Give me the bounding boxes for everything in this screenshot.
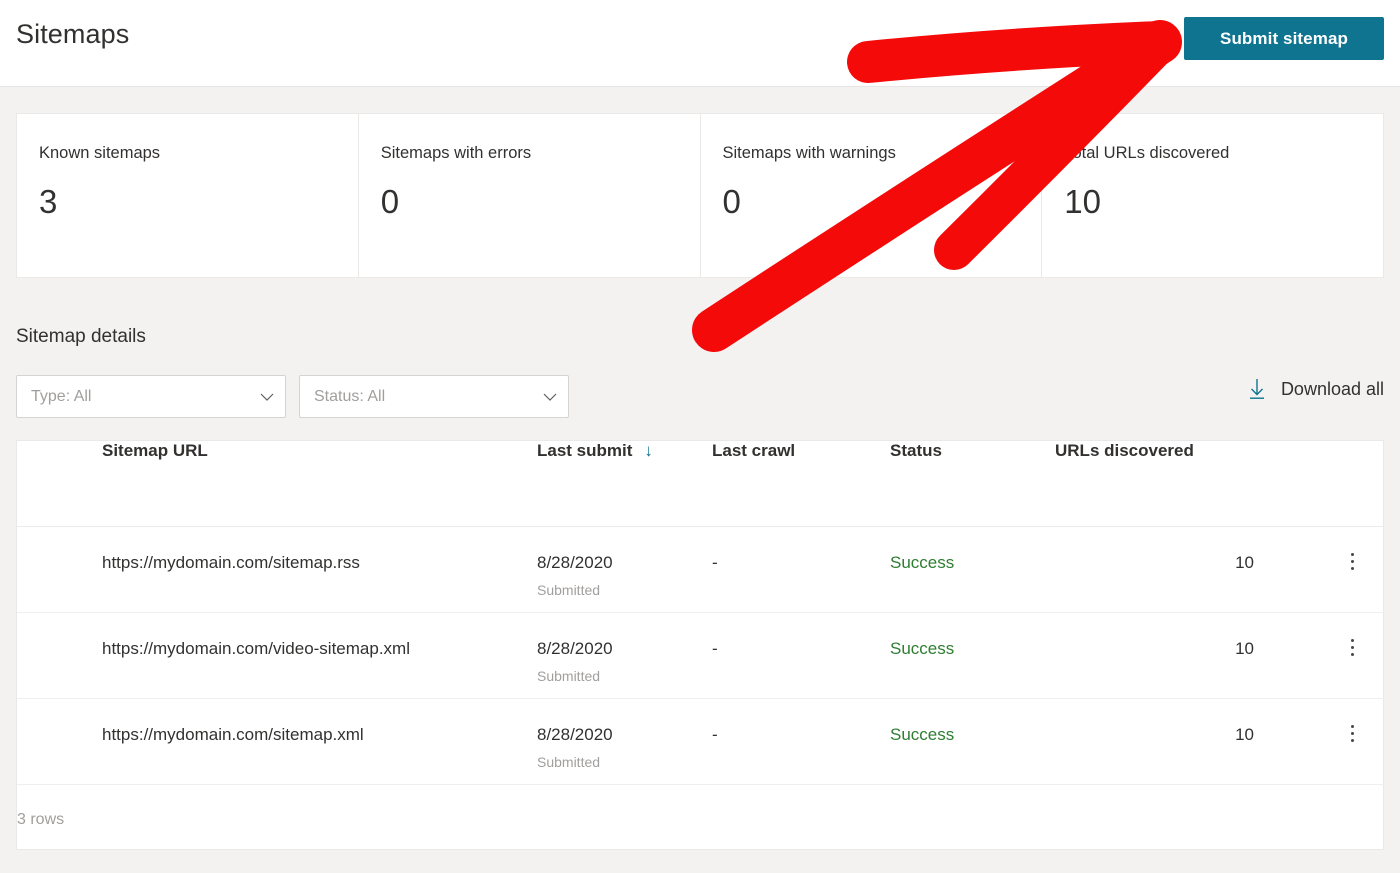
stat-card-value: 3 bbox=[39, 185, 358, 218]
cell-urls-discovered: 10 bbox=[1055, 612, 1320, 698]
status-badge: Success bbox=[890, 639, 954, 658]
table-body: https://mydomain.com/sitemap.rss 8/28/20… bbox=[17, 526, 1385, 784]
table-row[interactable]: https://mydomain.com/video-sitemap.xml 8… bbox=[17, 612, 1385, 698]
sitemaps-page: Sitemaps Submit sitemap Known sitemaps 3… bbox=[0, 0, 1400, 873]
cell-actions bbox=[1320, 698, 1385, 784]
filter-status-value: Status: All bbox=[314, 388, 542, 406]
cell-submit-state: Submitted bbox=[537, 668, 712, 684]
column-header-actions bbox=[1320, 441, 1385, 526]
cell-urls-discovered-value: 10 bbox=[1055, 639, 1320, 659]
cell-actions bbox=[1320, 526, 1385, 612]
download-all-label: Download all bbox=[1281, 379, 1384, 400]
cell-submit-state: Submitted bbox=[537, 582, 712, 598]
table-footer: 3 rows bbox=[17, 784, 1385, 854]
page-header: Sitemaps Submit sitemap bbox=[0, 0, 1400, 87]
row-count-label: 3 rows bbox=[17, 784, 1385, 854]
chevron-down-icon bbox=[259, 389, 275, 405]
cell-actions bbox=[1320, 612, 1385, 698]
stat-card-label: Sitemaps with errors bbox=[381, 144, 700, 163]
stat-card-label: Sitemaps with warnings bbox=[723, 144, 1042, 163]
stat-card-label: Total URLs discovered bbox=[1064, 144, 1383, 163]
cell-last-submit-date: 8/28/2020 bbox=[537, 725, 712, 745]
stat-card-value: 10 bbox=[1064, 185, 1383, 218]
column-header-last-submit-label: Last submit bbox=[537, 441, 632, 460]
cell-status: Success bbox=[890, 526, 1055, 612]
filter-type-dropdown[interactable]: Type: All bbox=[16, 375, 286, 418]
cell-last-submit-date: 8/28/2020 bbox=[537, 639, 712, 659]
cell-status: Success bbox=[890, 612, 1055, 698]
stat-card-value: 0 bbox=[723, 185, 1042, 218]
cell-last-crawl: - bbox=[712, 698, 890, 784]
column-header-last-crawl[interactable]: Last crawl bbox=[712, 441, 890, 526]
sitemap-details-heading: Sitemap details bbox=[16, 326, 146, 348]
column-header-status[interactable]: Status bbox=[890, 441, 1055, 526]
sitemaps-table-panel: Sitemap URL Last submit ↓ Last crawl Stat… bbox=[16, 440, 1384, 850]
cell-sitemap-url[interactable]: https://mydomain.com/video-sitemap.xml bbox=[17, 612, 537, 698]
status-badge: Success bbox=[890, 553, 954, 572]
cell-status: Success bbox=[890, 698, 1055, 784]
cell-last-submit: 8/28/2020 Submitted bbox=[537, 526, 712, 612]
chevron-down-icon bbox=[542, 389, 558, 405]
sitemaps-table: Sitemap URL Last submit ↓ Last crawl Stat… bbox=[17, 441, 1385, 854]
stat-card-value: 0 bbox=[381, 185, 700, 218]
cell-urls-discovered: 10 bbox=[1055, 526, 1320, 612]
table-row[interactable]: https://mydomain.com/sitemap.xml 8/28/20… bbox=[17, 698, 1385, 784]
status-badge: Success bbox=[890, 725, 954, 744]
column-header-urls-discovered[interactable]: URLs discovered bbox=[1055, 441, 1320, 526]
download-all-button[interactable]: Download all bbox=[1247, 378, 1384, 400]
column-header-sitemap-url[interactable]: Sitemap URL bbox=[17, 441, 537, 526]
cell-urls-discovered: 10 bbox=[1055, 698, 1320, 784]
cell-last-crawl: - bbox=[712, 612, 890, 698]
download-icon bbox=[1247, 378, 1267, 400]
table-row[interactable]: https://mydomain.com/sitemap.rss 8/28/20… bbox=[17, 526, 1385, 612]
cell-last-submit: 8/28/2020 Submitted bbox=[537, 612, 712, 698]
cell-urls-discovered-value: 10 bbox=[1055, 553, 1320, 573]
cell-sitemap-url[interactable]: https://mydomain.com/sitemap.rss bbox=[17, 526, 537, 612]
column-header-last-submit[interactable]: Last submit ↓ bbox=[537, 441, 712, 526]
page-title: Sitemaps bbox=[16, 19, 129, 50]
table-header: Sitemap URL Last submit ↓ Last crawl Stat… bbox=[17, 441, 1385, 526]
stat-card-label: Known sitemaps bbox=[39, 144, 358, 163]
stat-card-sitemaps-with-errors: Sitemaps with errors 0 bbox=[359, 114, 701, 277]
filter-type-value: Type: All bbox=[31, 388, 259, 406]
cell-last-crawl: - bbox=[712, 526, 890, 612]
cell-urls-discovered-value: 10 bbox=[1055, 725, 1320, 745]
submit-sitemap-button[interactable]: Submit sitemap bbox=[1184, 17, 1384, 60]
cell-last-submit: 8/28/2020 Submitted bbox=[537, 698, 712, 784]
filter-status-dropdown[interactable]: Status: All bbox=[299, 375, 569, 418]
stat-card-known-sitemaps: Known sitemaps 3 bbox=[17, 114, 359, 277]
stat-card-total-urls-discovered: Total URLs discovered 10 bbox=[1042, 114, 1383, 277]
cell-sitemap-url[interactable]: https://mydomain.com/sitemap.xml bbox=[17, 698, 537, 784]
cell-last-submit-date: 8/28/2020 bbox=[537, 553, 712, 573]
stat-card-sitemaps-with-warnings: Sitemaps with warnings 0 bbox=[701, 114, 1043, 277]
row-more-options-button[interactable] bbox=[1320, 639, 1385, 656]
sort-descending-icon: ↓ bbox=[644, 441, 653, 461]
row-more-options-button[interactable] bbox=[1320, 553, 1385, 570]
stat-card-group: Known sitemaps 3 Sitemaps with errors 0 … bbox=[16, 113, 1384, 278]
cell-submit-state: Submitted bbox=[537, 754, 712, 770]
row-more-options-button[interactable] bbox=[1320, 725, 1385, 742]
